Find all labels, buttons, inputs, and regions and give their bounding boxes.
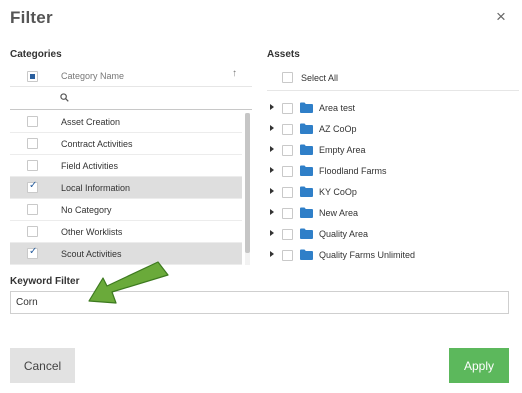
folder-icon bbox=[300, 186, 313, 197]
asset-label: New Area bbox=[319, 208, 359, 218]
asset-row-quality-farms-unlimited[interactable]: Quality Farms Unlimited bbox=[267, 245, 519, 266]
category-label: Contract Activities bbox=[61, 139, 133, 149]
caret-right-icon[interactable] bbox=[270, 188, 274, 194]
category-checkbox[interactable] bbox=[27, 116, 38, 127]
category-label: Asset Creation bbox=[61, 117, 121, 127]
folder-icon bbox=[300, 165, 313, 176]
category-row-asset-creation[interactable]: Asset Creation bbox=[10, 111, 242, 133]
asset-row-quality-area[interactable]: Quality Area bbox=[267, 224, 519, 245]
caret-right-icon[interactable] bbox=[270, 230, 274, 236]
category-label: Other Worklists bbox=[61, 227, 123, 237]
asset-row-floodland-farms[interactable]: Floodland Farms bbox=[267, 161, 519, 182]
assets-select-all-row[interactable]: Select All bbox=[267, 66, 519, 91]
category-label: Local Information bbox=[61, 183, 131, 193]
close-icon[interactable]: × bbox=[492, 8, 510, 26]
category-scrollbar[interactable] bbox=[245, 113, 250, 265]
category-checkbox[interactable] bbox=[27, 204, 38, 215]
asset-checkbox[interactable] bbox=[282, 124, 293, 135]
asset-checkbox[interactable] bbox=[282, 166, 293, 177]
category-search-row[interactable] bbox=[10, 88, 252, 110]
category-row-field-activities[interactable]: Field Activities bbox=[10, 155, 242, 177]
asset-checkbox[interactable] bbox=[282, 208, 293, 219]
category-checkbox[interactable] bbox=[27, 160, 38, 171]
asset-label: Floodland Farms bbox=[319, 166, 387, 176]
category-checkbox[interactable] bbox=[27, 138, 38, 149]
category-label: Field Activities bbox=[61, 161, 119, 171]
category-checkbox[interactable] bbox=[27, 226, 38, 237]
asset-row-new-area[interactable]: New Area bbox=[267, 203, 519, 224]
asset-row-az-coop[interactable]: AZ CoOp bbox=[267, 119, 519, 140]
caret-right-icon[interactable] bbox=[270, 125, 274, 131]
caret-right-icon[interactable] bbox=[270, 104, 274, 110]
asset-row-area-test[interactable]: Area test bbox=[267, 98, 519, 119]
asset-label: Quality Farms Unlimited bbox=[319, 250, 416, 260]
category-name-column-header[interactable]: Category Name bbox=[61, 71, 124, 81]
category-label: Scout Activities bbox=[61, 249, 122, 259]
category-label: No Category bbox=[61, 205, 112, 215]
keyword-filter-label: Keyword Filter bbox=[10, 276, 80, 287]
category-list: Asset Creation Contract Activities Field… bbox=[10, 111, 242, 265]
folder-icon bbox=[300, 123, 313, 134]
caret-right-icon[interactable] bbox=[270, 146, 274, 152]
folder-icon bbox=[300, 102, 313, 113]
folder-icon bbox=[300, 207, 313, 218]
scrollbar-thumb[interactable] bbox=[245, 113, 250, 253]
caret-right-icon[interactable] bbox=[270, 209, 274, 215]
search-icon bbox=[60, 93, 69, 102]
cancel-button[interactable]: Cancel bbox=[10, 348, 75, 383]
category-row-local-information[interactable]: Local Information bbox=[10, 177, 242, 199]
keyword-filter-input[interactable] bbox=[10, 291, 509, 314]
category-row-contract-activities[interactable]: Contract Activities bbox=[10, 133, 242, 155]
category-row-other-worklists[interactable]: Other Worklists bbox=[10, 221, 242, 243]
asset-checkbox[interactable] bbox=[282, 187, 293, 198]
category-checkbox[interactable] bbox=[27, 180, 38, 193]
asset-checkbox[interactable] bbox=[282, 103, 293, 114]
assets-heading: Assets bbox=[267, 49, 300, 60]
asset-row-ky-coop[interactable]: KY CoOp bbox=[267, 182, 519, 203]
caret-right-icon[interactable] bbox=[270, 251, 274, 257]
select-all-categories-checkbox[interactable] bbox=[27, 71, 38, 82]
category-checkbox[interactable] bbox=[27, 246, 38, 259]
asset-label: Area test bbox=[319, 103, 356, 113]
apply-button[interactable]: Apply bbox=[449, 348, 509, 383]
asset-label: Quality Area bbox=[319, 229, 369, 239]
folder-icon bbox=[300, 249, 313, 260]
asset-row-empty-area[interactable]: Empty Area bbox=[267, 140, 519, 161]
asset-checkbox[interactable] bbox=[282, 229, 293, 240]
folder-icon bbox=[300, 228, 313, 239]
categories-heading: Categories bbox=[10, 49, 62, 60]
category-row-scout-activities[interactable]: Scout Activities bbox=[10, 243, 242, 265]
category-row-no-category[interactable]: No Category bbox=[10, 199, 242, 221]
asset-label: AZ CoOp bbox=[319, 124, 357, 134]
asset-checkbox[interactable] bbox=[282, 145, 293, 156]
asset-label: Empty Area bbox=[319, 145, 366, 155]
categories-table-header: Category Name ↑ bbox=[10, 66, 252, 87]
select-all-label: Select All bbox=[301, 73, 339, 83]
asset-label: KY CoOp bbox=[319, 187, 357, 197]
folder-icon bbox=[300, 144, 313, 155]
sort-icon[interactable]: ↑ bbox=[232, 68, 237, 79]
caret-right-icon[interactable] bbox=[270, 167, 274, 173]
dialog-title: Filter bbox=[10, 8, 53, 27]
asset-checkbox[interactable] bbox=[282, 250, 293, 261]
select-all-assets-checkbox[interactable] bbox=[282, 72, 293, 83]
